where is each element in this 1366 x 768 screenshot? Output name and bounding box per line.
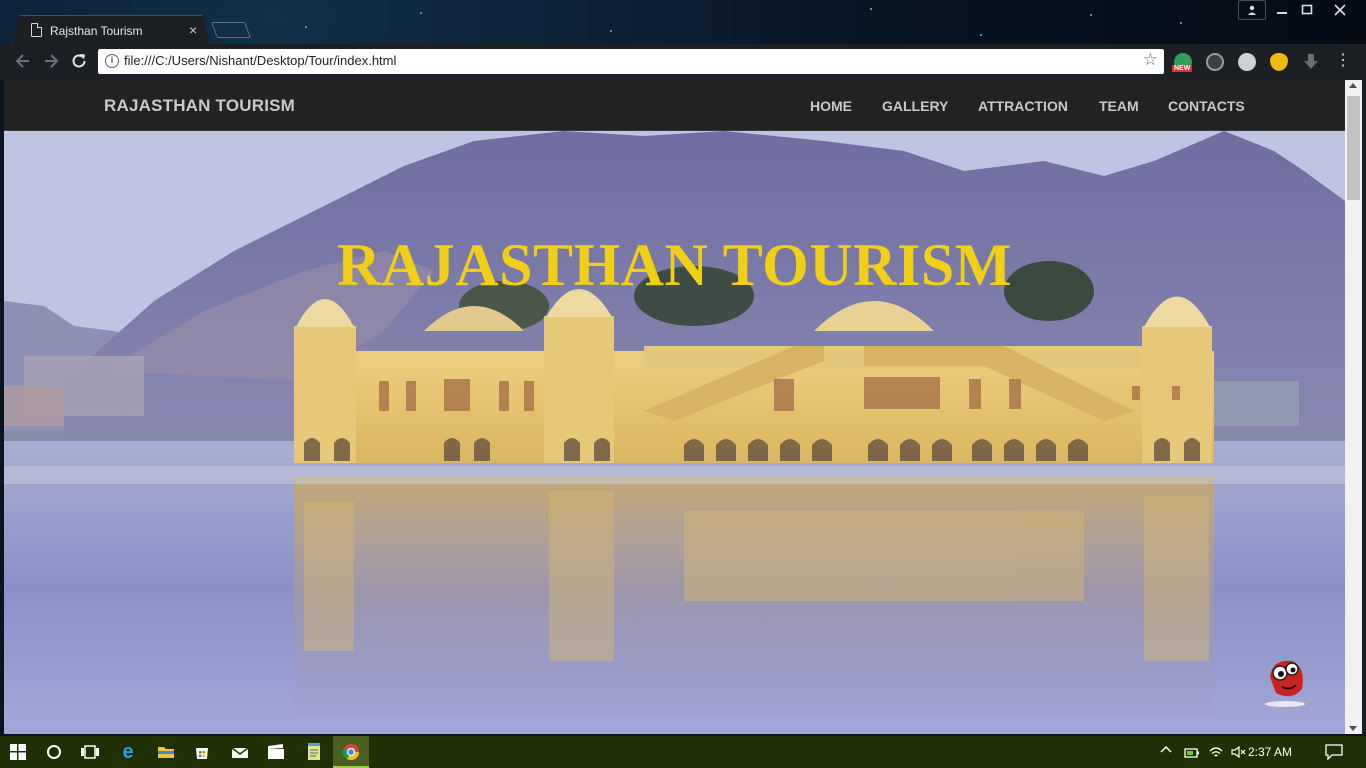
mascot-widget-icon[interactable] bbox=[1262, 649, 1308, 709]
site-navbar: RAJASTHAN TOURISM HOME GALLERY ATTRACTIO… bbox=[4, 80, 1345, 131]
notifications-icon[interactable] bbox=[1325, 744, 1343, 765]
address-bar[interactable]: i file:///C:/Users/Nishant/Desktop/Tour/… bbox=[98, 49, 1164, 74]
store-icon[interactable] bbox=[184, 736, 220, 768]
edge-icon[interactable]: e bbox=[110, 736, 146, 768]
file-explorer-icon[interactable] bbox=[148, 736, 184, 768]
mail-icon[interactable] bbox=[222, 736, 258, 768]
tab-title: Rajsthan Tourism bbox=[50, 24, 143, 38]
window-border bbox=[1362, 80, 1366, 734]
nav-attraction-link[interactable]: ATTRACTION bbox=[978, 98, 1068, 114]
extension-lightbulb-icon[interactable] bbox=[1206, 53, 1224, 71]
site-info-icon[interactable]: i bbox=[105, 54, 119, 68]
page-icon bbox=[31, 23, 42, 37]
hero-title: RAJASTHAN TOURISM bbox=[337, 232, 1012, 298]
maximize-icon[interactable] bbox=[1293, 0, 1321, 20]
nav-home-link[interactable]: HOME bbox=[810, 98, 852, 114]
extension-green-icon[interactable]: NEW bbox=[1172, 53, 1193, 72]
forward-icon[interactable] bbox=[42, 52, 60, 75]
tab-close-icon[interactable]: × bbox=[189, 22, 197, 38]
browser-toolbar: i file:///C:/Users/Nishant/Desktop/Tour/… bbox=[0, 44, 1366, 80]
task-view-icon[interactable] bbox=[72, 736, 108, 768]
movies-icon[interactable] bbox=[258, 736, 294, 768]
chrome-icon[interactable] bbox=[333, 736, 369, 768]
wifi-icon[interactable] bbox=[1208, 744, 1224, 763]
page-viewport: RAJASTHAN TOURISM HOME GALLERY ATTRACTIO… bbox=[4, 80, 1345, 734]
download-icon[interactable] bbox=[1302, 53, 1320, 71]
browser-titlebar: Rajsthan Tourism × bbox=[0, 0, 1366, 45]
extension-new-badge: NEW bbox=[1172, 65, 1193, 72]
volume-muted-icon[interactable] bbox=[1231, 745, 1247, 763]
reload-icon[interactable] bbox=[70, 52, 88, 75]
screen: Rajsthan Tourism × i file:///C:/Users/Ni… bbox=[0, 0, 1366, 768]
hero-background-image bbox=[4, 131, 1345, 734]
minimize-icon[interactable] bbox=[1268, 0, 1296, 20]
cortana-icon[interactable] bbox=[36, 736, 72, 768]
tray-chevron-up-icon[interactable] bbox=[1160, 744, 1172, 759]
tab-rajsthan-tourism[interactable]: Rajsthan Tourism × bbox=[12, 15, 210, 45]
scroll-down-icon[interactable] bbox=[1349, 726, 1357, 731]
page-scrollbar[interactable] bbox=[1345, 80, 1362, 734]
new-tab-button[interactable] bbox=[211, 22, 251, 38]
chrome-menu-icon[interactable]: ⋮ bbox=[1334, 53, 1352, 71]
bookmark-star-icon[interactable]: ☆ bbox=[1143, 50, 1158, 70]
taskbar: e 2:37 AM bbox=[0, 736, 1366, 768]
profile-icon[interactable] bbox=[1238, 0, 1266, 20]
nav-gallery-link[interactable]: GALLERY bbox=[882, 98, 948, 114]
windows-start-icon[interactable] bbox=[0, 736, 36, 768]
back-icon[interactable] bbox=[14, 52, 32, 75]
extension-palette-icon[interactable] bbox=[1238, 53, 1256, 71]
battery-icon[interactable] bbox=[1184, 746, 1200, 764]
url-text[interactable]: file:///C:/Users/Nishant/Desktop/Tour/in… bbox=[124, 53, 396, 68]
nav-team-link[interactable]: TEAM bbox=[1099, 98, 1139, 114]
scroll-thumb[interactable] bbox=[1347, 96, 1360, 200]
nav-contacts-link[interactable]: CONTACTS bbox=[1168, 98, 1245, 114]
hero-section: RAJASTHAN TOURISM bbox=[4, 131, 1345, 734]
close-window-icon[interactable] bbox=[1326, 0, 1354, 20]
notepad-icon[interactable] bbox=[296, 736, 332, 768]
taskbar-clock[interactable]: 2:37 AM bbox=[1248, 745, 1292, 759]
site-brand-link[interactable]: RAJASTHAN TOURISM bbox=[104, 96, 295, 116]
scroll-up-icon[interactable] bbox=[1349, 83, 1357, 88]
extension-eye-icon[interactable] bbox=[1270, 53, 1288, 71]
